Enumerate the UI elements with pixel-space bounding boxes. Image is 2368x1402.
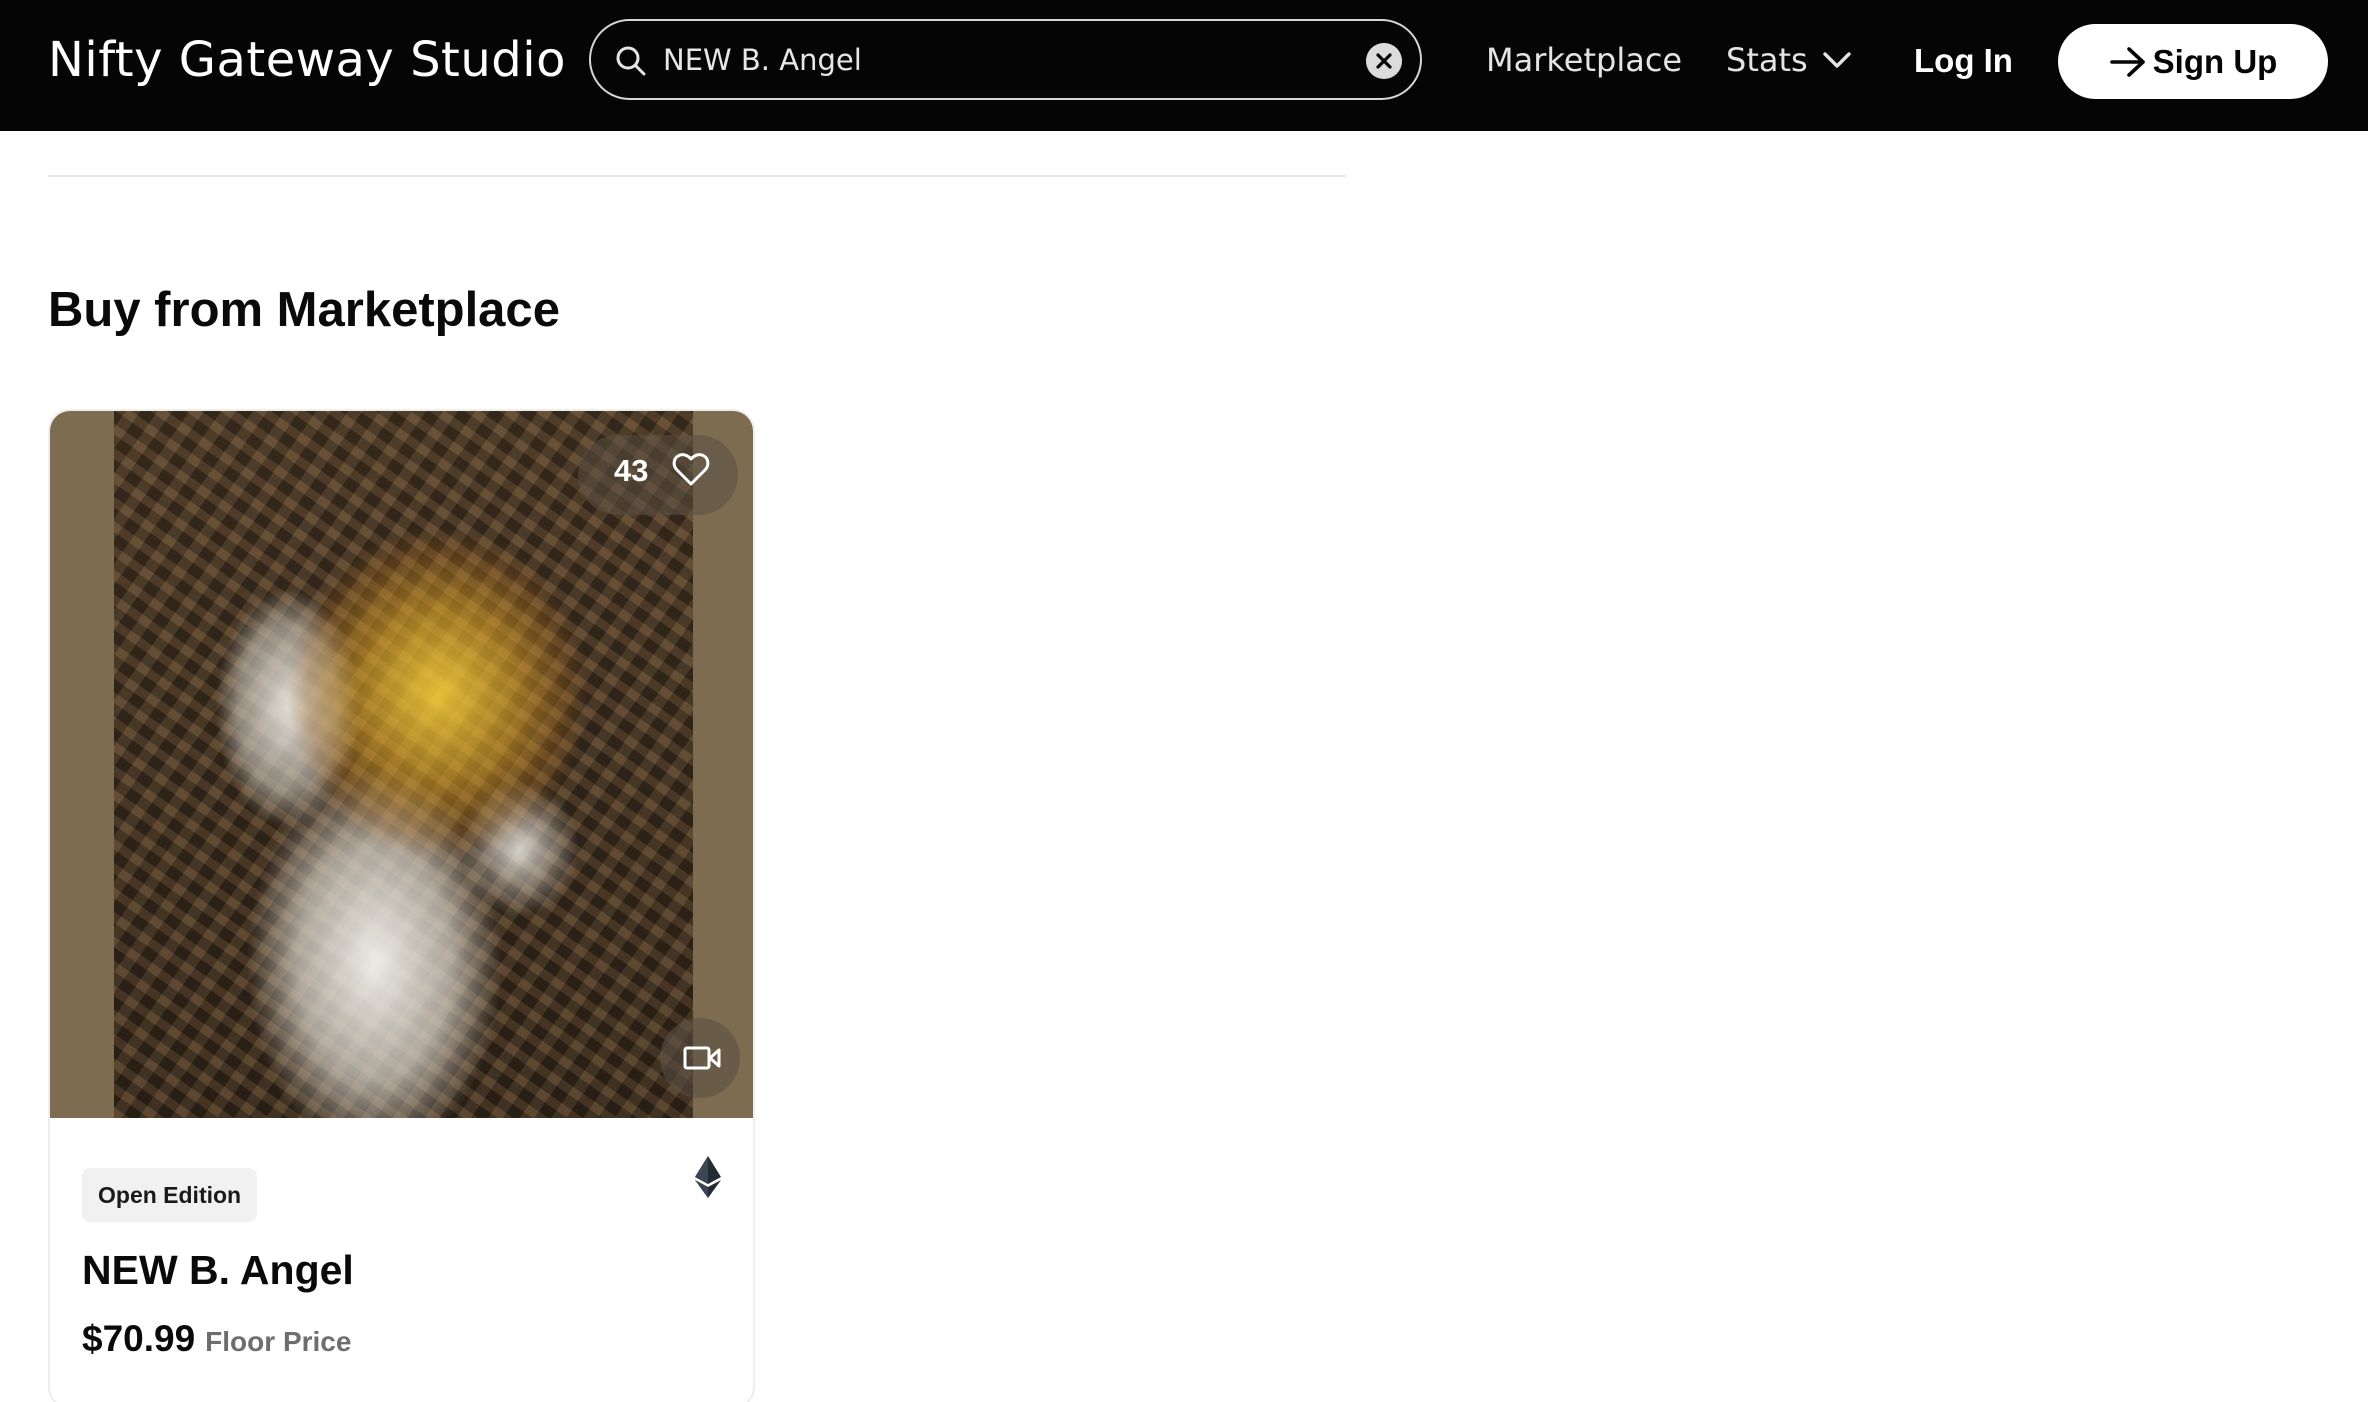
nav-marketplace-link[interactable]: Marketplace — [1486, 36, 1682, 84]
search-bar[interactable] — [589, 19, 1422, 100]
card-title[interactable]: NEW B. Angel — [82, 1244, 354, 1296]
like-button[interactable] — [578, 435, 738, 515]
chevron-down-icon — [1822, 52, 1851, 68]
nav-stats-label: Stats — [1726, 41, 1808, 79]
floor-price-value: $70.99 — [82, 1318, 196, 1359]
price-row: $70.99 Floor Price — [82, 1318, 351, 1360]
section-divider — [48, 175, 1346, 177]
section-title: Buy from Marketplace — [48, 283, 560, 337]
search-input[interactable] — [663, 35, 1323, 85]
nft-card[interactable]: 43 Open Edition NEW B. Angel $70.99 Floo… — [48, 409, 755, 1402]
heart-icon[interactable] — [672, 451, 710, 487]
nav-stats-dropdown[interactable]: Stats — [1726, 36, 1852, 84]
top-navigation-bar: Nifty Gateway Studio Marketplace Stats L… — [0, 0, 2368, 131]
like-count: 43 — [614, 453, 649, 488]
arrow-right-icon — [2109, 46, 2145, 77]
artwork-image — [114, 411, 693, 1118]
floor-price-label: Floor Price — [205, 1326, 352, 1357]
video-camera-icon — [683, 1046, 721, 1070]
card-body: Open Edition NEW B. Angel $70.99 Floor P… — [50, 1118, 753, 1402]
signup-label: Sign Up — [2152, 42, 2278, 80]
card-media[interactable]: 43 — [50, 411, 753, 1118]
signup-button[interactable]: Sign Up — [2058, 24, 2328, 99]
search-icon — [616, 46, 646, 76]
ethereum-icon — [695, 1156, 721, 1198]
login-button[interactable]: Log In — [1914, 36, 2013, 86]
brand-logo-text[interactable]: Nifty Gateway Studio — [48, 28, 566, 92]
clear-search-icon[interactable] — [1366, 43, 1402, 79]
edition-badge: Open Edition — [82, 1168, 258, 1222]
video-badge — [660, 1018, 740, 1098]
